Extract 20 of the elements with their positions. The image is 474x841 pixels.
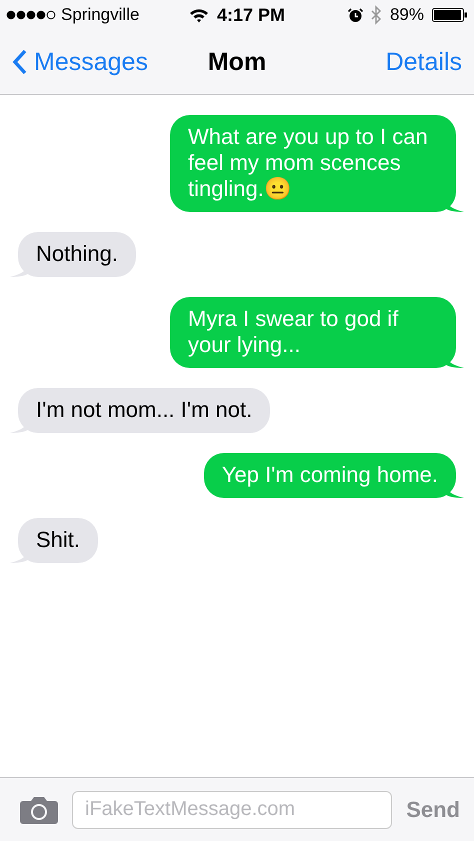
received-message-bubble: Shit. (18, 518, 98, 563)
bluetooth-icon (370, 5, 382, 25)
details-link[interactable]: Details (386, 48, 462, 76)
battery-icon (432, 8, 468, 22)
back-button[interactable]: Messages (12, 48, 208, 76)
wifi-icon (188, 8, 209, 22)
carrier-name: Springville (61, 5, 140, 25)
message-input-field[interactable]: iFakeTextMessage.com (72, 790, 392, 828)
conversation-title: Mom (208, 48, 266, 76)
sent-message-bubble: Yep I'm coming home. (204, 453, 456, 498)
battery-percent: 89% (390, 5, 424, 25)
back-chevron-icon (12, 49, 28, 75)
received-message-bubble: Nothing. (18, 232, 136, 277)
sent-message-bubble: Myra I swear to god if your lying... (170, 297, 456, 368)
camera-icon[interactable] (20, 796, 58, 824)
status-time: 4:17 PM (216, 4, 286, 26)
sent-message-bubble: What are you up to I can feel my mom scences tingling.😐 (170, 115, 456, 212)
alarm-clock-icon (348, 8, 363, 22)
received-message-bubble: I'm not mom... I'm not. (18, 388, 270, 433)
signal-icon (6, 10, 56, 20)
